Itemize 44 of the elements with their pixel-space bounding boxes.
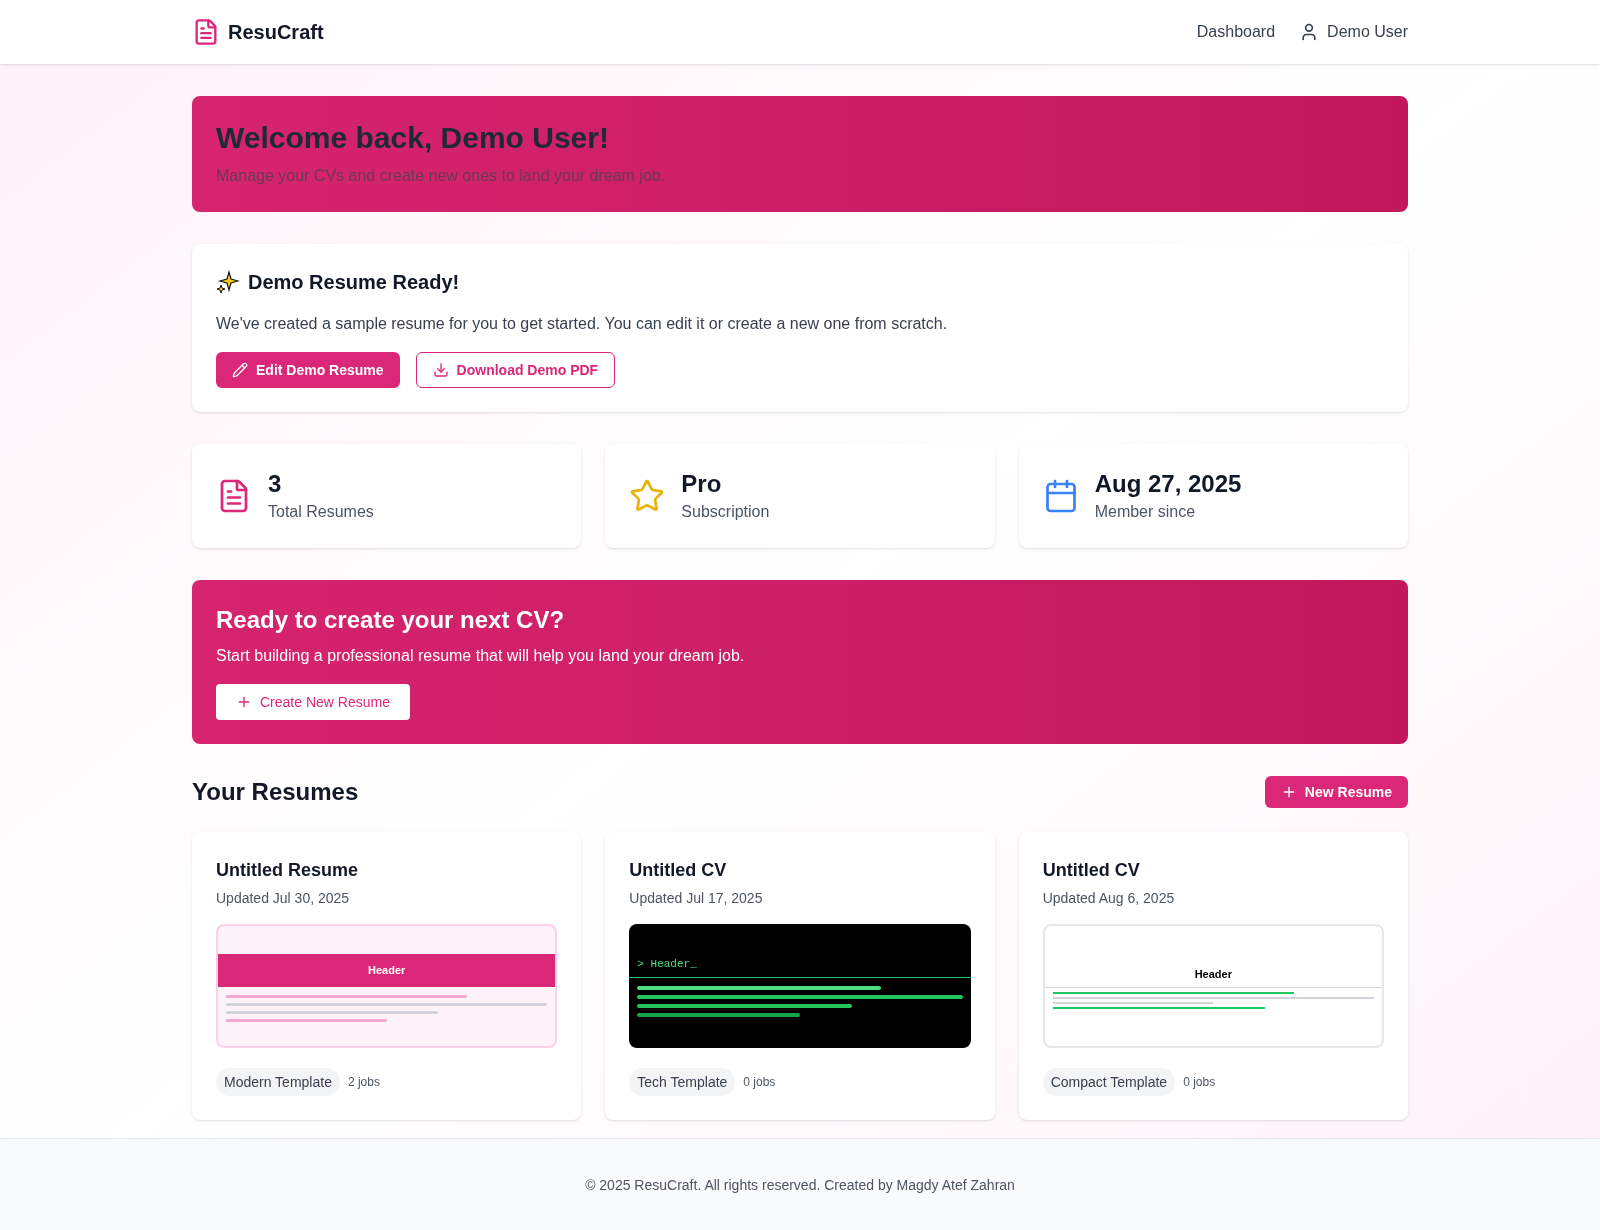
demo-title: Demo Resume Ready! — [248, 270, 460, 295]
jobs-count: 0 jobs — [743, 1074, 776, 1090]
demo-text: We've created a sample resume for you to get started. You can edit it or create a new one from scratch. — [216, 314, 949, 334]
star-icon — [629, 478, 666, 514]
user-menu-link[interactable]: Demo User — [1299, 20, 1408, 44]
nav-link[interactable]: Dashboard — [1196, 20, 1276, 44]
preview-header: > Header_ — [629, 956, 971, 978]
section-title: Your Resumes — [192, 777, 359, 807]
welcome-title: Welcome back, Demo User! — [216, 120, 610, 156]
pencil-icon — [232, 362, 248, 378]
resume-date: Updated Jul 30, 2025 — [216, 889, 351, 908]
template-tag: Tech Template — [629, 1068, 736, 1096]
resume-card[interactable]: Untitled CV Updated Aug 6, 2025 Header Compact Template 0 jobs — [1018, 832, 1408, 1120]
resume-date: Updated Aug 6, 2025 — [1042, 889, 1176, 908]
cta-title: Ready to create your next CV? — [216, 605, 566, 635]
plus-icon — [236, 694, 252, 710]
resume-title: Untitled CV — [629, 859, 728, 882]
brand-name: ResuCraft — [228, 20, 324, 45]
resume-card[interactable]: Untitled Resume Updated Jul 30, 2025 Header Modern Template 2 jobs — [192, 832, 582, 1120]
new-resume-button[interactable]: New Resume — [1264, 776, 1408, 808]
sparkles-icon — [216, 270, 240, 294]
create-resume-button[interactable]: Create New Resume — [216, 684, 410, 720]
download-demo-button[interactable]: Download Demo PDF — [415, 352, 616, 388]
stat-label: Total Resumes — [268, 502, 374, 522]
preview-header: Header — [1044, 966, 1382, 988]
resume-card[interactable]: Untitled CV Updated Jul 17, 2025 > Header_ Tech Template 0 jobs — [605, 832, 995, 1120]
resume-title: Untitled Resume — [216, 859, 360, 882]
preview-header: Header — [218, 954, 556, 987]
resume-date: Updated Jul 17, 2025 — [629, 889, 764, 908]
welcome-subtitle: Manage your CVs and create new ones to land your dream job. — [216, 166, 667, 186]
template-tag: Modern Template — [216, 1068, 340, 1096]
stat-label: Member since — [1094, 502, 1197, 522]
template-tag: Compact Template — [1042, 1068, 1176, 1096]
edit-demo-button[interactable]: Edit Demo Resume — [216, 352, 400, 388]
stat-label: Subscription — [681, 502, 770, 522]
resume-title: Untitled CV — [1042, 859, 1141, 882]
footer-text: © 2025 ResuCraft. All rights reserved. Created by Magdy Atef Zahran — [585, 1175, 1015, 1195]
stat-value: Pro — [681, 469, 723, 499]
jobs-count: 2 jobs — [347, 1074, 380, 1090]
stat-value: 3 — [268, 469, 283, 499]
cta-text: Start building a professional resume that will help you land your dream job. — [216, 646, 746, 666]
jobs-count: 0 jobs — [1183, 1074, 1216, 1090]
stat-value: Aug 27, 2025 — [1094, 469, 1242, 499]
download-icon — [432, 362, 449, 378]
